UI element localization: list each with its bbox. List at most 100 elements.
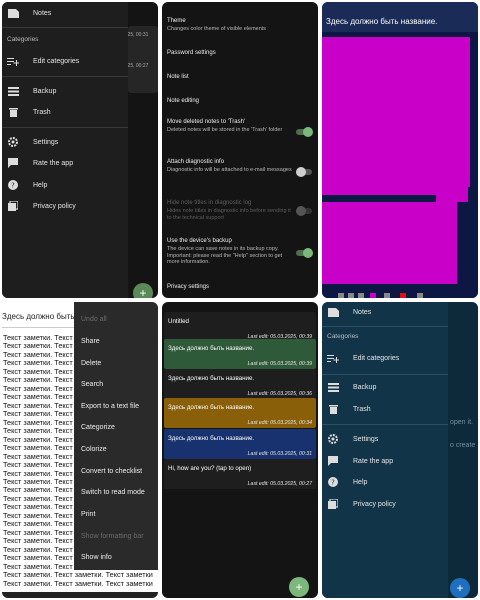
highlighted-text-block <box>322 187 468 195</box>
drawer-item-label: Edit categories <box>33 57 80 65</box>
hide-titles-toggle <box>296 206 312 216</box>
drawer-item-label: Trash <box>353 405 371 413</box>
drawer-item-label: Rate the app <box>33 159 74 167</box>
setting-description: The device can save notes in its backup … <box>167 246 283 265</box>
drawer-item-edit-categories[interactable]: Edit categories <box>322 349 448 367</box>
note-title[interactable]: Здесь должно быть название. <box>326 17 437 26</box>
drawer-item-help[interactable]: ? Help <box>2 176 128 194</box>
note-card[interactable]: Hi, how are you? (tap to open) Last edit:… <box>164 459 316 489</box>
drawer-item-privacy[interactable]: Privacy policy <box>322 495 448 513</box>
note-card[interactable]: Здесь должно быть название. Last edit: 05… <box>164 398 316 428</box>
format-tool-icon[interactable] <box>417 293 423 298</box>
note-card[interactable]: Здесь должно быть название. Last edit: 05… <box>164 339 316 369</box>
drawer-item-notes[interactable]: Notes <box>2 4 128 22</box>
add-note-fab[interactable]: + <box>450 578 470 598</box>
drawer-item-rate[interactable]: Rate the app <box>322 452 448 470</box>
menu-item-share[interactable]: Share <box>81 338 100 345</box>
menu-item-print[interactable]: Print <box>81 511 95 518</box>
drawer-item-edit-categories[interactable]: Edit categories <box>2 52 128 70</box>
drawer-item-label: Privacy policy <box>33 202 76 210</box>
note-card-title: Здесь должно быть название. <box>168 375 255 382</box>
drawer-item-notes[interactable]: Notes <box>322 303 448 321</box>
note-editor-screen: Здесь должно быть название. <box>322 2 478 298</box>
drawer-item-help[interactable]: ? Help <box>322 473 448 491</box>
drawer-item-settings[interactable]: Settings <box>2 133 128 151</box>
setting-move-deleted[interactable]: Move deleted notes to 'Trash' Deleted no… <box>167 119 295 134</box>
menu-item-export-to-a-text-file[interactable]: Export to a text file <box>81 403 139 410</box>
setting-attach-diagnostic[interactable]: Attach diagnostic info Diagnostic info w… <box>167 159 295 174</box>
toggle-knob <box>303 127 313 137</box>
note-card[interactable]: Здесь должно быть название. Last edit: 05… <box>164 369 316 399</box>
highlighted-text-block <box>322 37 470 187</box>
menu-item-colorize[interactable]: Colorize <box>81 446 107 453</box>
help-icon: ? <box>327 476 339 488</box>
drawer-item-settings[interactable]: Settings <box>322 430 448 448</box>
setting-privacy[interactable]: Privacy settings <box>167 284 299 291</box>
plus-icon: + <box>456 581 464 595</box>
rate-icon <box>7 157 19 169</box>
drawer-item-label: Notes <box>353 308 372 316</box>
menu-item-switch-to-read-mode[interactable]: Switch to read mode <box>81 489 145 496</box>
menu-item-undo-all: Undo all <box>81 316 107 323</box>
note-card-date: Last edit: 05.03.2025, 00:36 <box>247 391 312 397</box>
trash-icon <box>327 403 339 415</box>
divider <box>2 76 128 77</box>
plus-icon: + <box>295 580 303 594</box>
setting-note-editing[interactable]: Note editing <box>167 98 299 105</box>
device-backup-toggle[interactable] <box>296 248 313 258</box>
drawer-item-rate[interactable]: Rate the app <box>2 154 128 172</box>
note-card[interactable]: Untitled Last edit: 05.03.2025, 00:39 <box>164 312 316 342</box>
divider <box>322 424 448 425</box>
drawer-item-backup[interactable]: Backup <box>322 378 448 396</box>
drawer-item-backup[interactable]: Backup <box>2 82 128 100</box>
note-title[interactable]: Здесь должно быть <box>2 312 82 321</box>
note-card-title: Untitled <box>168 318 189 325</box>
format-tool-icon[interactable] <box>338 293 344 298</box>
setting-note-list[interactable]: Note list <box>167 74 299 81</box>
format-tool-icon[interactable] <box>370 293 376 298</box>
setting-description: Diagnostic info will be attached to e-ma… <box>167 167 292 173</box>
notes-icon <box>327 306 339 318</box>
add-note-fab[interactable]: + <box>289 577 309 597</box>
setting-title: Password settings <box>167 50 216 56</box>
attach-diagnostic-toggle[interactable] <box>296 167 312 177</box>
bottom-toolbar <box>2 592 158 598</box>
format-tool-icon[interactable] <box>358 293 364 298</box>
menu-item-search[interactable]: Search <box>81 381 103 388</box>
format-tool-icon[interactable] <box>348 293 354 298</box>
format-tool-icon[interactable] <box>400 293 406 298</box>
drawer-item-label: Help <box>353 478 368 486</box>
drawer-item-trash[interactable]: Trash <box>2 103 128 121</box>
highlighted-text-block <box>322 202 457 284</box>
menu-item-show-info[interactable]: Show info <box>81 554 112 561</box>
add-note-fab[interactable]: + <box>133 283 153 298</box>
setting-title: Privacy settings <box>167 284 210 290</box>
note-card[interactable]: Здесь должно быть название. Last edit: 05… <box>164 429 316 459</box>
notes-icon <box>7 7 19 19</box>
drawer-item-trash[interactable]: Trash <box>322 400 448 418</box>
gear-icon <box>7 136 19 148</box>
add-list-icon <box>327 352 339 364</box>
setting-title: Hide note titles in diagnostic log <box>167 200 252 206</box>
drawer-item-label: Backup <box>33 87 57 95</box>
setting-theme[interactable]: Theme Changes color theme of visible ele… <box>167 18 299 33</box>
setting-password[interactable]: Password settings <box>167 50 299 57</box>
backup-icon <box>7 85 19 97</box>
highlighted-text-block <box>436 195 468 202</box>
menu-item-convert-to-checklist[interactable]: Convert to checklist <box>81 468 142 475</box>
divider <box>322 374 448 375</box>
format-tool-icon[interactable] <box>384 293 390 298</box>
divider <box>2 127 128 128</box>
setting-title: Theme <box>167 18 186 24</box>
note-card-date: Last edit: 05.03.2025, 00:31 <box>247 451 312 457</box>
drawer-item-label: Help <box>33 181 48 189</box>
menu-item-delete[interactable]: Delete <box>81 360 101 367</box>
svg-text:?: ? <box>11 182 15 190</box>
navigation-drawer: Notes Categories Edit categories Backup … <box>322 302 448 598</box>
menu-item-categorize[interactable]: Categorize <box>81 424 115 431</box>
move-deleted-toggle[interactable] <box>296 127 313 137</box>
backup-icon <box>327 381 339 393</box>
setting-device-backup[interactable]: Use the device's backup The device can s… <box>167 238 295 266</box>
editor-toolbar: Здесь должно быть название. <box>322 2 478 32</box>
drawer-item-privacy[interactable]: Privacy policy <box>2 197 128 215</box>
